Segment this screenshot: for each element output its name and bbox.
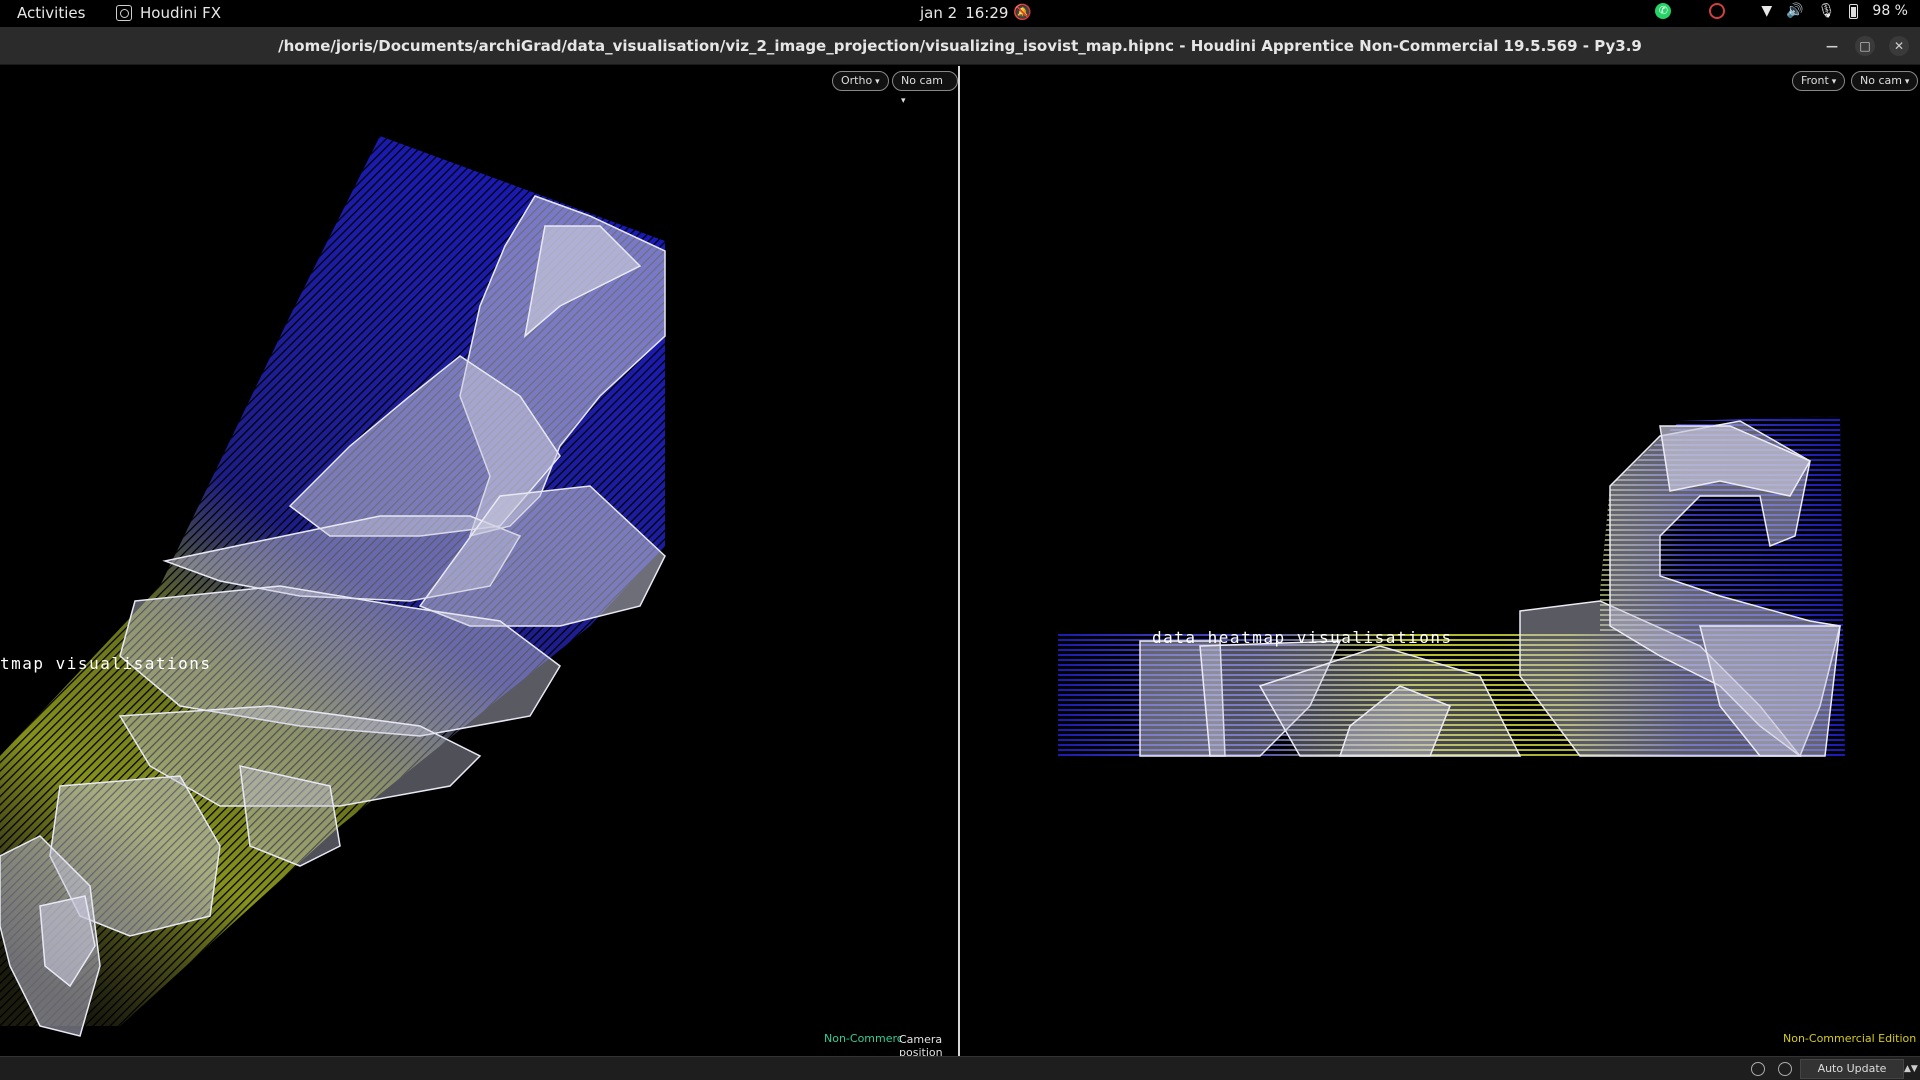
window-title: /home/joris/Documents/archiGrad/data_vis… xyxy=(278,37,1642,55)
viewport-status-message: Camera position moved. xyxy=(899,1033,943,1056)
update-mode-arrow-icon[interactable]: ▲▼ xyxy=(1904,1059,1918,1079)
viewport-right[interactable]: Front No cam data heatmap visualisations… xyxy=(960,66,1920,1056)
camera-menu-right[interactable]: No cam xyxy=(1851,71,1919,91)
close-button[interactable]: ✕ xyxy=(1889,36,1909,56)
viewport-text-label-left: tmap visualisations xyxy=(0,654,212,673)
non-commercial-badge-left: Non-Commerc xyxy=(824,1032,903,1045)
volume-icon[interactable]: 🔊 xyxy=(1786,3,1803,19)
viewport-left[interactable]: Ortho No cam tmap visualisations Non-Com… xyxy=(0,66,958,1056)
activities-button[interactable]: Activities xyxy=(17,4,85,22)
refresh-icon[interactable] xyxy=(1778,1062,1792,1076)
chrome-icon[interactable] xyxy=(1709,3,1726,19)
app-name: Houdini FX xyxy=(140,4,221,22)
bell-icon[interactable]: 🔕 xyxy=(1013,3,1032,21)
battery-icon[interactable] xyxy=(1849,3,1859,19)
window-title-bar[interactable]: /home/joris/Documents/archiGrad/data_vis… xyxy=(0,27,1920,65)
left-scene-render xyxy=(0,136,666,1037)
clock-date: jan 2 xyxy=(920,4,958,22)
right-scene-render xyxy=(1058,416,1845,758)
mic-icon[interactable]: 🎙 xyxy=(1818,3,1836,19)
battery-percent: 98 % xyxy=(1872,3,1908,19)
system-top-bar: Activities Houdini FX jan 2 16:29 🔕 ✆ ▼ … xyxy=(0,0,1920,27)
maximize-button[interactable]: □ xyxy=(1855,36,1875,56)
status-bar: Auto Update ▲▼ xyxy=(0,1056,1920,1080)
view-type-menu-left[interactable]: Ortho xyxy=(832,71,889,91)
camera-menu-left[interactable]: No cam xyxy=(892,71,958,91)
wifi-icon[interactable]: ▼ xyxy=(1761,3,1772,19)
app-menu[interactable]: Houdini FX xyxy=(116,4,221,22)
clock-time: 16:29 xyxy=(965,4,1009,22)
view-type-menu-right[interactable]: Front xyxy=(1792,71,1846,91)
viewport-text-label-right: data heatmap visualisations xyxy=(1152,628,1453,647)
chat-icon[interactable] xyxy=(1751,1062,1765,1076)
clock[interactable]: jan 2 16:29 xyxy=(920,4,1008,22)
non-commercial-badge-right: Non-Commercial Edition xyxy=(1783,1032,1917,1045)
system-tray[interactable]: ✆ ▼ 🔊 🎙 98 % xyxy=(1655,3,1908,19)
whatsapp-icon[interactable]: ✆ xyxy=(1655,3,1672,19)
auto-update-menu[interactable]: Auto Update xyxy=(1800,1059,1904,1079)
minimize-button[interactable]: — xyxy=(1822,36,1842,56)
houdini-icon xyxy=(116,5,132,21)
